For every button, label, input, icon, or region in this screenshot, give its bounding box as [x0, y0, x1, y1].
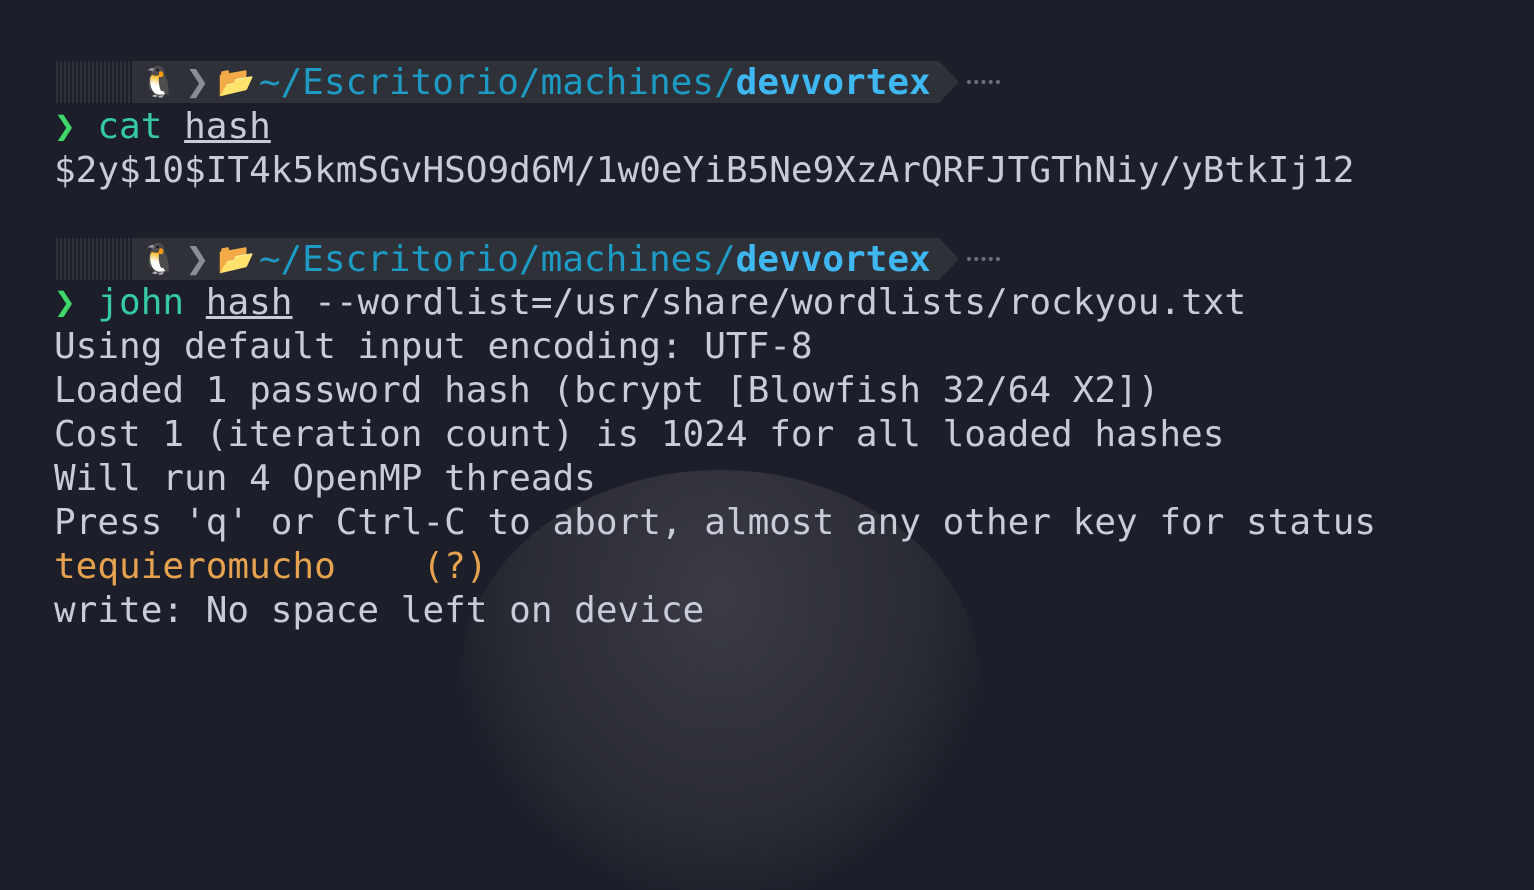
cracked-label: (?) [422, 546, 488, 587]
prompt-bar-1: 🐧 ❯ 📂 ~/Escritorio/machines/devvortex [54, 59, 1000, 105]
command-line-1: ❯ cat hash [54, 105, 271, 149]
output-line: Will run 4 OpenMP threads [54, 458, 596, 499]
output-line: Cost 1 (iteration count) is 1024 for all… [54, 414, 1225, 455]
separator-icon: ❯ [185, 236, 218, 282]
prompt-arrow [938, 238, 959, 280]
command-line-2: ❯ john hash --wordlist=/usr/share/wordli… [54, 281, 1246, 325]
error-line: write: No space left on device [54, 590, 705, 631]
cracked-result: tequieromucho (?) [54, 545, 488, 589]
directory-segment: 📂 ~/Escritorio/machines/devvortex [217, 238, 939, 280]
command-arg: hash [205, 282, 293, 323]
output-line: Using default input encoding: UTF-8 [54, 326, 813, 367]
folder-open-icon: 📂 [217, 241, 255, 277]
separator-icon: ❯ [185, 59, 218, 105]
path-current-dir: devvortex [735, 238, 931, 280]
prompt-fade [54, 238, 134, 280]
output-line: Press 'q' or Ctrl-C to abort, almost any… [54, 502, 1377, 543]
path-prefix: ~/Escritorio/machines/ [258, 238, 736, 280]
output-line: Loaded 1 password hash (bcrypt [Blowfish… [54, 370, 1160, 411]
linux-penguin-icon: 🐧 [134, 61, 186, 103]
prompt-filler-dots [966, 80, 1000, 84]
folder-open-icon: 📂 [217, 64, 255, 100]
prompt-bar-2: 🐧 ❯ 📂 ~/Escritorio/machines/devvortex [54, 236, 1000, 282]
prompt-filler-dots [966, 257, 1000, 261]
command-name: cat [97, 106, 163, 147]
prompt-chevron-icon: ❯ [54, 106, 76, 147]
prompt-fade [54, 61, 134, 103]
command-rest: --wordlist=/usr/share/wordlists/rockyou.… [292, 282, 1247, 323]
path-prefix: ~/Escritorio/machines/ [258, 61, 736, 103]
command-arg: hash [184, 106, 271, 147]
path-current-dir: devvortex [735, 61, 931, 103]
output-hash: $2y$10$IT4k5kmSGvHSO9d6M/1w0eYiB5Ne9XzAr… [54, 150, 1355, 191]
linux-penguin-icon: 🐧 [134, 238, 186, 280]
prompt-arrow [938, 61, 959, 103]
cracked-password: tequieromucho [54, 546, 336, 587]
command-name: john [97, 282, 185, 323]
directory-segment: 📂 ~/Escritorio/machines/devvortex [217, 61, 939, 103]
prompt-chevron-icon: ❯ [54, 282, 76, 323]
